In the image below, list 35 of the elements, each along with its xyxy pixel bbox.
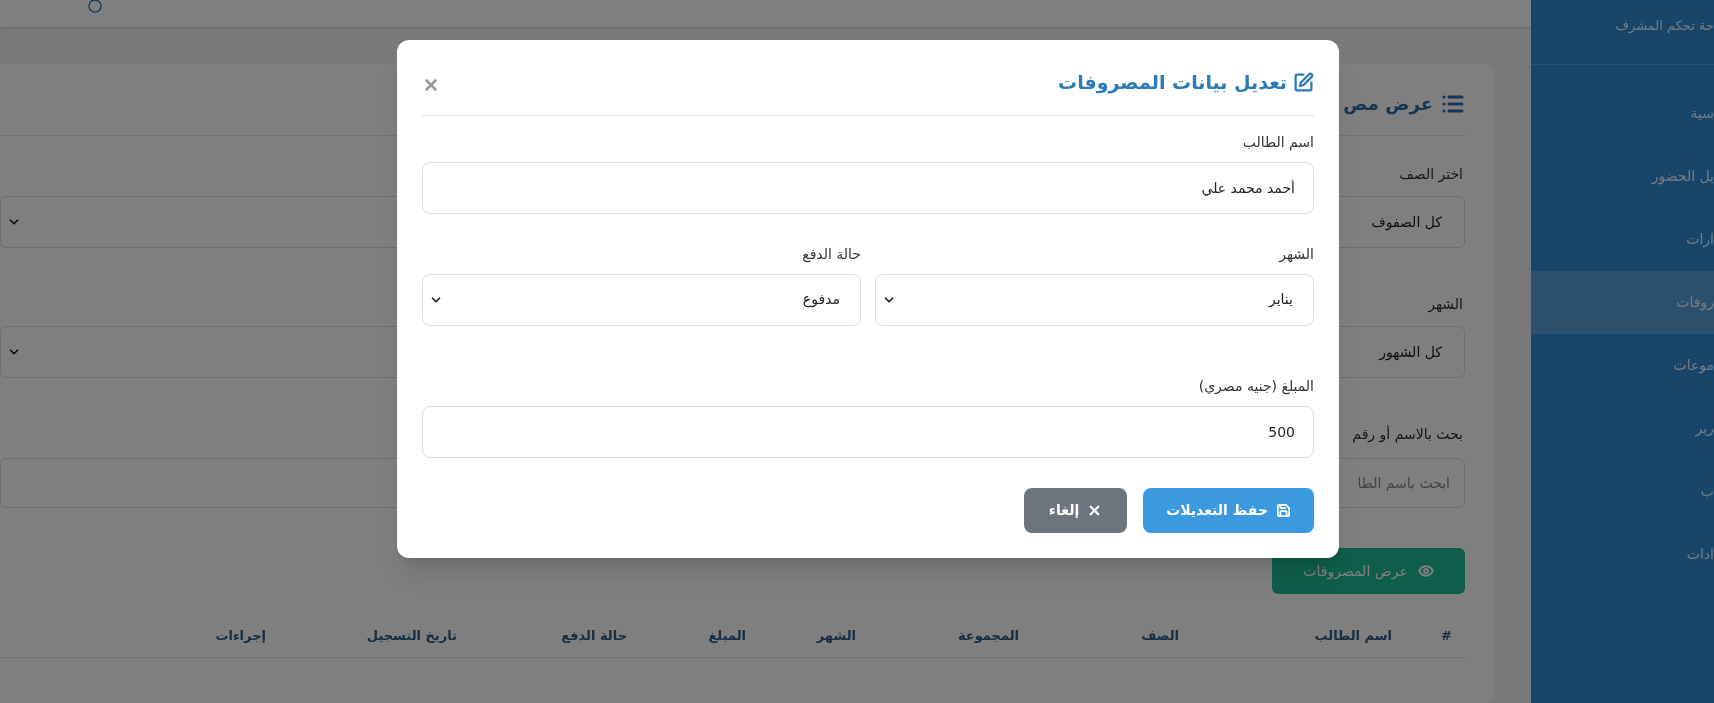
field-label: بحث بالاسم أو رقم <box>1352 424 1464 444</box>
sidebar-subtitle: حة تحكم المشرف <box>1615 17 1714 36</box>
select-field[interactable]: مدفوع <box>422 273 861 326</box>
column-header: المجموعة <box>957 627 1019 643</box>
eye-icon <box>1417 563 1434 579</box>
edit-icon <box>1293 71 1314 93</box>
column-header: الشهر <box>816 627 856 643</box>
show-expenses-button[interactable]: عرض المصروفات <box>1272 548 1465 594</box>
save-icon <box>1275 502 1291 518</box>
select-field[interactable]: يناير <box>875 273 1314 326</box>
sidebar-item[interactable]: موعات <box>1531 334 1714 397</box>
dialog-title: تعديل بيانات المصروفات <box>1058 70 1287 96</box>
sidebar-item[interactable]: ادات <box>1531 523 1714 586</box>
field-label: المبلغ (جنيه مصري) <box>1198 376 1314 396</box>
page-title: عرض مص <box>1343 92 1433 117</box>
column-header: المبلغ <box>708 627 746 643</box>
field-label: اختر الصف <box>1399 165 1464 184</box>
field-label: حالة الدفع <box>802 244 861 264</box>
field-label: الشهر <box>1428 295 1464 314</box>
save-button[interactable]: حفظ التعديلات <box>1143 487 1314 533</box>
column-header: إجراءات <box>215 627 266 643</box>
field-label: اسم الطالب <box>1242 132 1314 152</box>
column-header: اسم الطالب <box>1314 627 1392 643</box>
column-header: حالة الدفع <box>561 627 627 643</box>
sidebar-item[interactable]: ارات <box>1531 208 1714 271</box>
sidebar-item[interactable]: يل الحضور <box>1531 145 1714 208</box>
sidebar-item[interactable]: سية <box>1531 82 1714 145</box>
column-header: الصف <box>1141 627 1179 643</box>
sidebar-item[interactable]: ب <box>1531 460 1714 523</box>
cancel-button[interactable]: إلغاء <box>1024 487 1127 533</box>
column-header: تاريخ التسجيل <box>366 627 457 643</box>
sidebar-item[interactable]: رير <box>1531 397 1714 460</box>
field-label: الشهر <box>1279 244 1314 264</box>
input-field[interactable]: 500 <box>422 405 1314 458</box>
column-header: # <box>1441 627 1452 643</box>
